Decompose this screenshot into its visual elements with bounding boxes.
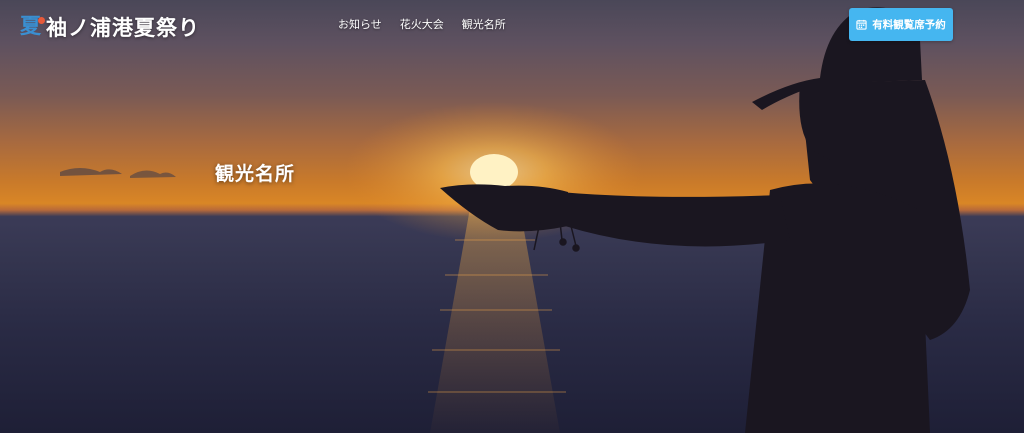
- nav-item-fireworks[interactable]: 花火大会: [400, 16, 444, 32]
- site-title: 袖ノ浦港夏祭り: [46, 15, 200, 40]
- nav-item-sightseeing[interactable]: 観光名所: [462, 16, 506, 32]
- reserve-seat-label: 有料観覧席予約: [872, 19, 946, 31]
- logo-dot-icon: [38, 17, 45, 24]
- nav-item-news[interactable]: お知らせ: [338, 16, 382, 32]
- logo-emblem-kanji: 夏: [20, 13, 41, 38]
- sunset-sea-photo: [60, 7, 970, 433]
- reserve-seat-button[interactable]: 有料観覧席予約: [849, 8, 953, 41]
- hero-section: 夏 袖ノ浦港夏祭り お知らせ 花火大会 観光名所 有料観覧席予約 観光名所: [0, 0, 1024, 433]
- site-logo[interactable]: 夏 袖ノ浦港夏祭り: [20, 12, 200, 42]
- page-title: 観光名所: [215, 163, 296, 185]
- summer-emblem-icon: 夏: [20, 13, 45, 40]
- main-nav: お知らせ 花火大会 観光名所: [338, 16, 506, 32]
- calendar-icon: [856, 19, 867, 30]
